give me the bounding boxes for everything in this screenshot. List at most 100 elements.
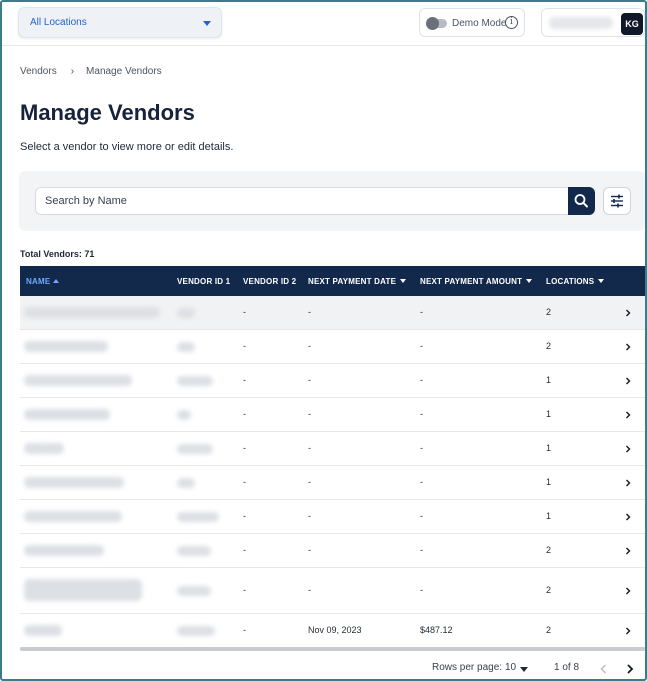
column-header-locations[interactable]: LOCATIONS bbox=[546, 277, 605, 286]
chevron-right-icon[interactable] bbox=[624, 547, 632, 555]
next-payment-date-cell: - bbox=[308, 477, 311, 487]
top-bar: All Locations Demo Mode i KG bbox=[2, 2, 645, 46]
breadcrumb: Vendors › Manage Vendors bbox=[20, 66, 162, 77]
avatar: KG bbox=[621, 13, 643, 35]
next-payment-amount-cell: - bbox=[420, 443, 423, 453]
locations-cell: 1 bbox=[546, 443, 552, 453]
rows-per-page-select[interactable]: 10 bbox=[505, 662, 516, 673]
vendor-name-redacted bbox=[24, 477, 124, 488]
locations-cell: 1 bbox=[546, 409, 552, 419]
chevron-right-icon[interactable] bbox=[624, 445, 632, 453]
vendor-id-2-cell: - bbox=[243, 307, 246, 317]
table-row[interactable]: - - - 1 bbox=[20, 364, 645, 398]
vendor-name-redacted bbox=[24, 443, 64, 454]
locations-cell: 1 bbox=[546, 511, 552, 521]
sliders-icon bbox=[611, 194, 623, 208]
vendor-id-2-cell: - bbox=[243, 477, 246, 487]
locations-cell: 2 bbox=[546, 341, 552, 351]
demo-mode-label: Demo Mode bbox=[452, 18, 507, 29]
total-vendors-count: Total Vendors: 71 bbox=[20, 249, 95, 259]
vendor-id-2-cell: - bbox=[243, 545, 246, 555]
table-row[interactable]: - - - 1 bbox=[20, 466, 645, 500]
search-icon bbox=[574, 194, 588, 208]
column-header-next-payment-date[interactable]: NEXT PAYMENT DATE bbox=[308, 277, 407, 286]
table-row[interactable]: - - - 1 bbox=[20, 398, 645, 432]
table-row[interactable]: - - - 2 bbox=[20, 330, 645, 364]
toggle-knob bbox=[426, 17, 439, 30]
location-select[interactable]: All Locations bbox=[18, 7, 222, 38]
breadcrumb-vendors-link[interactable]: Vendors bbox=[20, 66, 57, 77]
table-row[interactable]: - - - 2 bbox=[20, 534, 645, 568]
table-row[interactable]: - - - 1 bbox=[20, 432, 645, 466]
next-payment-date-cell: - bbox=[308, 375, 311, 385]
vendor-id-2-cell: - bbox=[243, 443, 246, 453]
horizontal-scrollbar[interactable] bbox=[20, 647, 645, 651]
column-header-next-payment-amount[interactable]: NEXT PAYMENT AMOUNT bbox=[420, 277, 533, 286]
vendor-name-redacted bbox=[24, 341, 108, 352]
next-payment-amount-cell: - bbox=[420, 409, 423, 419]
next-payment-amount-cell: - bbox=[420, 511, 423, 521]
table-row[interactable]: - - - 2 bbox=[20, 568, 645, 614]
next-payment-date-cell: - bbox=[308, 307, 311, 317]
user-name-redacted bbox=[549, 17, 613, 29]
chevron-right-icon[interactable] bbox=[624, 309, 632, 317]
locations-cell: 2 bbox=[546, 625, 552, 635]
column-header-vendor-id-1: VENDOR ID 1 bbox=[177, 277, 230, 286]
chevron-right-icon[interactable] bbox=[625, 663, 635, 675]
vendor-id-1-redacted bbox=[177, 376, 213, 386]
location-select-label: All Locations bbox=[30, 17, 87, 28]
column-header-label: LOCATIONS bbox=[546, 277, 595, 286]
chevron-right-icon[interactable] bbox=[624, 479, 632, 487]
vendor-id-1-redacted bbox=[177, 342, 195, 352]
locations-cell: 2 bbox=[546, 545, 552, 555]
vendors-table: NAME VENDOR ID 1 VENDOR ID 2 NEXT PAYMEN… bbox=[20, 266, 645, 648]
search-input[interactable] bbox=[35, 187, 569, 215]
chevron-right-icon: › bbox=[70, 66, 75, 77]
next-payment-amount-cell: $487.12 bbox=[420, 625, 453, 635]
sort-ascending-icon bbox=[53, 279, 60, 283]
vendor-name-redacted bbox=[24, 545, 104, 556]
locations-cell: 2 bbox=[546, 307, 552, 317]
vendor-name-redacted bbox=[24, 625, 62, 636]
chevron-left-icon[interactable] bbox=[599, 663, 609, 675]
sort-icon bbox=[400, 279, 407, 283]
search-button[interactable] bbox=[568, 187, 595, 215]
vendor-name-redacted bbox=[24, 579, 142, 601]
chevron-right-icon[interactable] bbox=[624, 627, 632, 635]
column-header-name[interactable]: NAME bbox=[26, 277, 60, 286]
next-payment-date-cell: - bbox=[308, 409, 311, 419]
info-icon[interactable]: i bbox=[505, 16, 518, 29]
user-menu[interactable]: KG bbox=[541, 8, 645, 37]
filter-button[interactable] bbox=[603, 187, 631, 215]
vendor-id-1-redacted bbox=[177, 586, 211, 596]
chevron-right-icon[interactable] bbox=[624, 513, 632, 521]
vendor-id-2-cell: - bbox=[243, 585, 246, 595]
chevron-right-icon[interactable] bbox=[624, 411, 632, 419]
table-row[interactable]: - - - 2 bbox=[20, 296, 645, 330]
column-header-label: VENDOR ID 1 bbox=[177, 277, 231, 286]
column-header-label: VENDOR ID 2 bbox=[243, 277, 297, 286]
vendor-id-2-cell: - bbox=[243, 511, 246, 521]
next-payment-amount-cell: - bbox=[420, 375, 423, 385]
app-window: All Locations Demo Mode i KG Vendors › Man… bbox=[0, 0, 647, 681]
next-payment-amount-cell: - bbox=[420, 477, 423, 487]
vendor-id-1-redacted bbox=[177, 410, 191, 420]
sort-icon bbox=[526, 279, 533, 283]
column-header-label: NEXT PAYMENT AMOUNT bbox=[420, 277, 523, 286]
chevron-right-icon[interactable] bbox=[624, 377, 632, 385]
next-payment-date-cell: - bbox=[308, 511, 311, 521]
vendor-id-2-cell: - bbox=[243, 409, 246, 419]
vendor-id-1-redacted bbox=[177, 308, 195, 318]
table-row[interactable]: - Nov 09, 2023 $487.12 2 bbox=[20, 614, 645, 648]
chevron-right-icon[interactable] bbox=[624, 343, 632, 351]
next-payment-date-cell: Nov 09, 2023 bbox=[308, 625, 362, 635]
caret-down-icon[interactable] bbox=[520, 667, 528, 672]
chevron-right-icon[interactable] bbox=[624, 587, 632, 595]
locations-cell: 1 bbox=[546, 375, 552, 385]
rows-per-page-label: Rows per page: bbox=[432, 662, 503, 673]
table-row[interactable]: - - - 1 bbox=[20, 500, 645, 534]
demo-mode-toggle[interactable] bbox=[426, 17, 447, 30]
vendor-id-2-cell: - bbox=[243, 341, 246, 351]
next-payment-amount-cell: - bbox=[420, 307, 423, 317]
vendor-name-redacted bbox=[24, 409, 110, 420]
